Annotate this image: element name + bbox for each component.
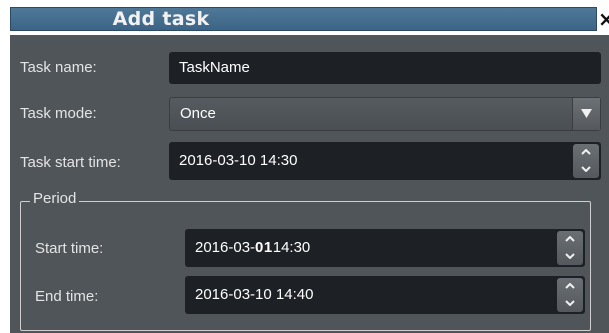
task-start-time-down-button[interactable] — [573, 161, 599, 178]
dialog-title: Add task — [112, 8, 210, 30]
period-start-time-suffix: 14:30 — [272, 239, 311, 256]
task-name-label: Task name: — [20, 59, 97, 76]
triangle-down-icon — [581, 109, 592, 118]
period-end-time-down-button[interactable] — [557, 295, 583, 312]
task-mode-select[interactable]: Once — [169, 97, 601, 131]
task-name-input[interactable]: TaskName — [169, 52, 601, 84]
title-bar[interactable]: Add task — [10, 7, 597, 31]
period-end-time-input[interactable]: 2016-03-10 14:40 — [185, 276, 585, 314]
period-legend: Period — [30, 190, 80, 208]
period-start-time-spinner — [557, 231, 583, 265]
period-end-time-spinner — [557, 278, 583, 312]
task-start-time-label: Task start time: — [20, 154, 121, 171]
period-start-time-down-button[interactable] — [557, 248, 583, 265]
chevron-up-icon — [581, 149, 591, 155]
chevron-up-icon — [565, 283, 575, 289]
task-mode-value: Once — [180, 105, 216, 122]
chevron-up-icon — [565, 236, 575, 242]
period-start-time-selected-segment: 01 — [255, 239, 273, 256]
chevron-down-icon — [565, 300, 575, 306]
add-task-dialog: Add task × Task name: TaskName Task mode… — [0, 0, 609, 333]
period-start-time-prefix: 2016-03- — [195, 239, 256, 256]
period-start-time-label: Start time: — [35, 240, 104, 257]
task-start-time-input[interactable]: 2016-03-10 14:30 — [169, 142, 601, 180]
task-start-time-spinner — [573, 144, 599, 178]
task-mode-label: Task mode: — [20, 105, 97, 122]
period-start-time-input[interactable]: 2016-03-0114:30 — [185, 229, 585, 267]
task-mode-dropdown-button[interactable] — [572, 98, 600, 130]
task-start-time-up-button[interactable] — [573, 144, 599, 161]
chevron-down-icon — [565, 253, 575, 259]
period-end-time-value: 2016-03-10 14:40 — [195, 286, 314, 303]
dialog-body: Task name: TaskName Task mode: Once Task… — [10, 35, 609, 333]
period-end-time-label: End time: — [35, 288, 99, 305]
chevron-down-icon — [581, 166, 591, 172]
close-icon[interactable]: × — [598, 7, 609, 31]
period-start-time-up-button[interactable] — [557, 231, 583, 248]
period-end-time-up-button[interactable] — [557, 278, 583, 295]
task-start-time-value: 2016-03-10 14:30 — [179, 152, 298, 169]
